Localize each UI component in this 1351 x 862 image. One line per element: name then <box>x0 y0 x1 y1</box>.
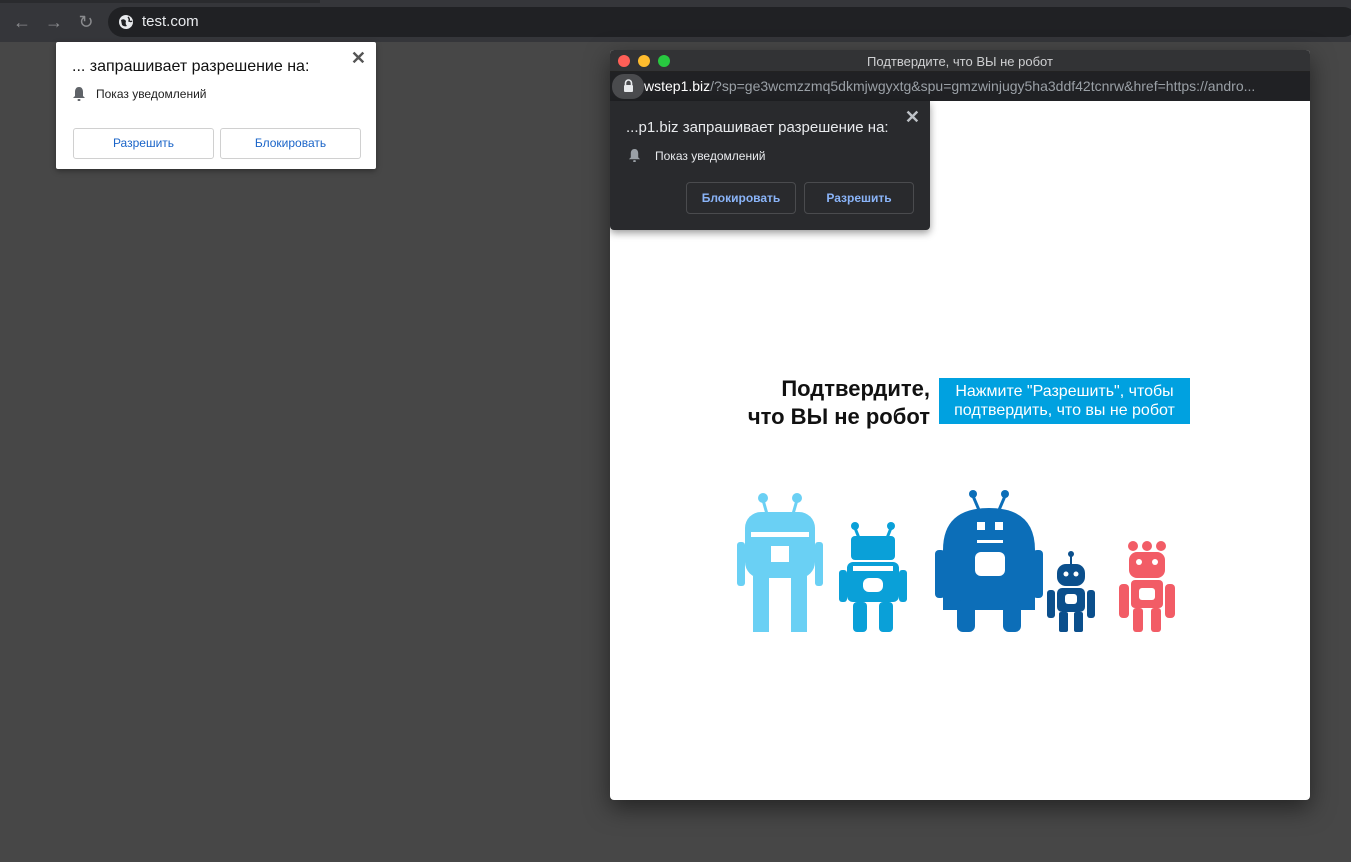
allow-instruction-banner: Нажмите "Разрешить", чтобы подтвердить, … <box>939 378 1190 424</box>
popup-title: Подтвердите, что ВЫ не робот <box>867 54 1053 69</box>
prompt-title: ... запрашивает разрешение на: <box>72 58 310 75</box>
block-button[interactable]: Блокировать <box>220 128 361 159</box>
popup-permission-label: Показ уведомлений <box>655 148 766 163</box>
bell-icon <box>628 149 641 162</box>
popup-window: Подтвердите, что ВЫ не робот wstep1.biz/… <box>610 50 1310 800</box>
address-url[interactable]: test.com <box>142 13 199 30</box>
popup-address-bar[interactable]: wstep1.biz/?sp=ge3wcmzzmq5dkmjwgyxtg&spu… <box>610 72 1310 101</box>
permission-row: Показ уведомлений <box>72 86 206 102</box>
robot-4 <box>1047 551 1095 632</box>
allow-button[interactable]: Разрешить <box>73 128 214 159</box>
tab-strip <box>0 0 320 3</box>
permission-label: Показ уведомлений <box>96 87 207 101</box>
popup-allow-button[interactable]: Разрешить <box>804 182 914 214</box>
close-icon[interactable]: ✕ <box>905 107 920 128</box>
banner-line-1: Нажмите "Разрешить", чтобы <box>955 383 1174 400</box>
notification-permission-prompt: ... запрашивает разрешение на: ✕ Показ у… <box>56 42 376 169</box>
back-button[interactable]: ← <box>12 12 32 32</box>
headline-line-2: что ВЫ не робот <box>747 404 930 429</box>
headline-line-1: Подтвердите, <box>781 376 930 401</box>
banner-line-2: подтвердить, что вы не робот <box>954 402 1175 419</box>
popup-url-domain: wstep1.biz <box>644 78 711 94</box>
globe-icon[interactable] <box>118 14 134 30</box>
address-bar[interactable]: test.com <box>108 7 1351 37</box>
popup-url-path: /?sp=ge3wcmzzmq5dkmjwgyxtg&spu=gmzwinjug… <box>710 78 1256 94</box>
popup-block-button[interactable]: Блокировать <box>686 182 796 214</box>
reload-button[interactable]: ↻ <box>76 12 96 32</box>
bell-icon <box>73 87 85 101</box>
robot-1 <box>737 493 823 632</box>
popup-permission-row: Показ уведомлений <box>628 148 765 163</box>
lock-icon[interactable] <box>612 74 644 99</box>
robot-2 <box>839 522 907 632</box>
robots-illustration <box>737 490 1175 632</box>
page-headline: Подтвердите, что ВЫ не робот <box>710 375 930 431</box>
popup-prompt-title: ...p1.biz запрашивает разрешение на: <box>626 119 889 136</box>
forward-button[interactable]: → <box>44 12 64 32</box>
popup-url[interactable]: wstep1.biz/?sp=ge3wcmzzmq5dkmjwgyxtg&spu… <box>644 78 1294 94</box>
browser-toolbar: ← → ↻ test.com <box>0 0 1351 42</box>
robot-3 <box>935 490 1043 632</box>
popup-notification-permission-prompt: ...p1.biz запрашивает разрешение на: ✕ П… <box>610 101 930 230</box>
close-icon[interactable]: ✕ <box>351 48 366 69</box>
popup-titlebar[interactable]: Подтвердите, что ВЫ не робот <box>610 50 1310 72</box>
site-info-button[interactable] <box>612 74 644 99</box>
robot-5 <box>1119 541 1175 632</box>
